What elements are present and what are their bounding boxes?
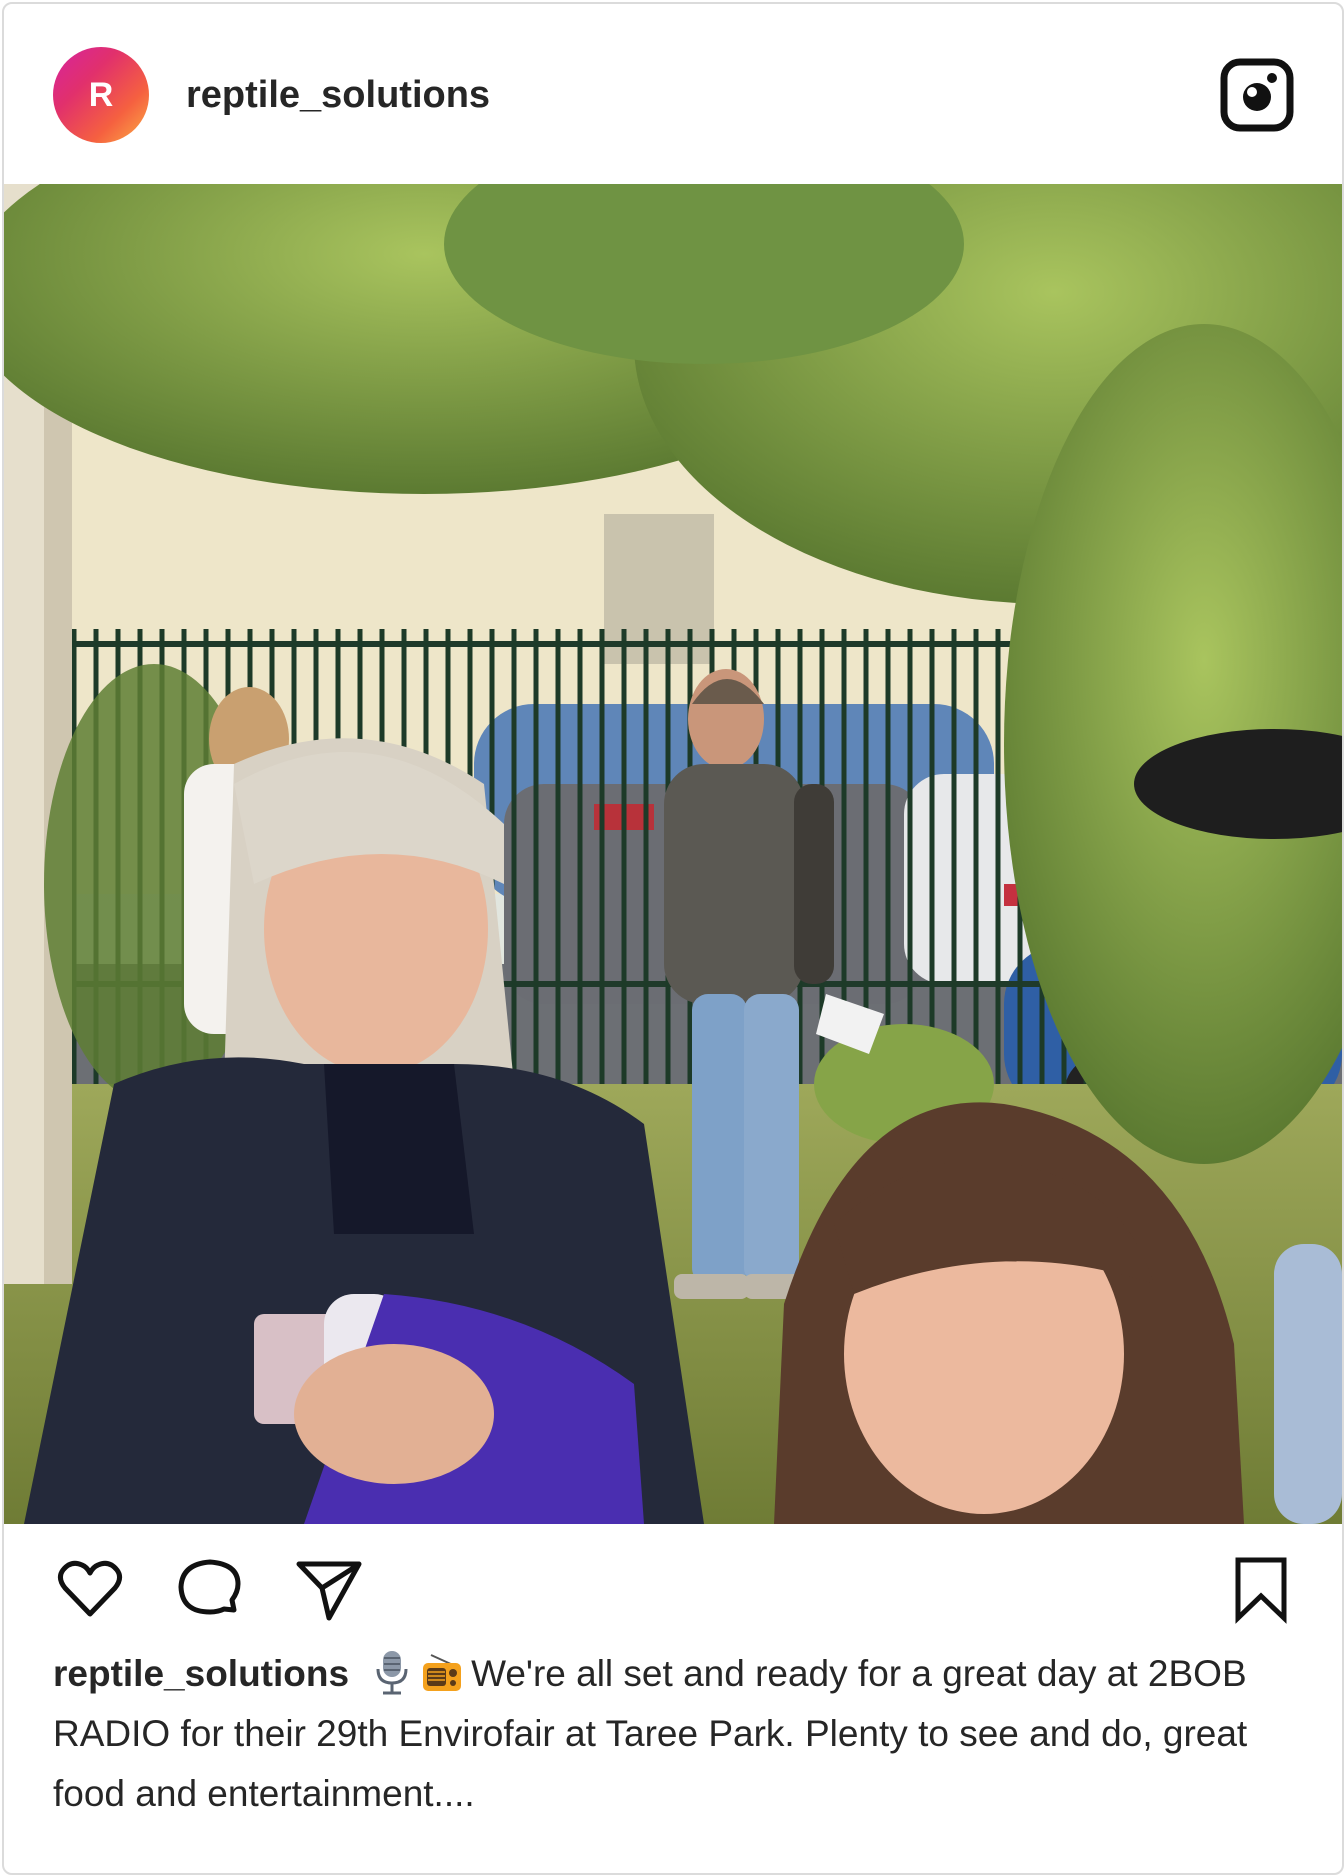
comment-icon[interactable] xyxy=(174,1554,244,1624)
post-username[interactable]: reptile_solutions xyxy=(186,70,490,120)
avatar[interactable]: R xyxy=(53,47,149,143)
post-caption: reptile_solutions We're all set and read… xyxy=(53,1644,1293,1824)
heart-icon[interactable] xyxy=(55,1554,125,1624)
post-header: R reptile_solutions xyxy=(4,4,1342,184)
instagram-logo-icon[interactable] xyxy=(1220,58,1294,132)
instagram-post-card: R reptile_solutions reptile_solutions We… xyxy=(2,2,1344,1875)
avatar-initial: R xyxy=(88,75,114,114)
post-photo[interactable] xyxy=(4,184,1342,1524)
share-icon[interactable] xyxy=(294,1554,364,1624)
post-actions-bar xyxy=(4,1524,1342,1644)
bookmark-icon[interactable] xyxy=(1226,1554,1296,1624)
caption-username[interactable]: reptile_solutions xyxy=(53,1653,349,1694)
studio-microphone-icon xyxy=(371,1649,413,1695)
radio-icon xyxy=(421,1649,463,1695)
